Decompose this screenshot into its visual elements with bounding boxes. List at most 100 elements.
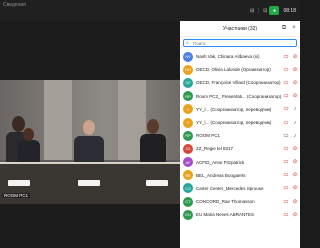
participant-row[interactable]: EU EU Maria Neves ABRANTES ▭ ⊘ [183, 208, 298, 221]
avatar: RP [183, 91, 193, 102]
participant-name: Carter Center_Mercedes Sprouse [196, 185, 264, 191]
participants-search[interactable]: ⌕ [183, 39, 297, 47]
participant-row[interactable]: RP ROOM PC1 ▭ ♪ [183, 129, 298, 142]
mic-muted-icon[interactable]: ⊘ [292, 93, 298, 99]
avatar: ZZ [183, 143, 193, 154]
mic-muted-icon[interactable]: ⊘ [292, 54, 298, 60]
nameplate [8, 180, 30, 186]
participant-name: Nash Vak, Chinara Aitbaeva (si) [196, 54, 260, 60]
participant-name: EU Maria Neves ABRANTES [196, 212, 255, 218]
avatar: BE [183, 170, 193, 181]
video-off-icon[interactable]: ▭ [283, 172, 289, 178]
avatar: OO [183, 64, 193, 75]
participant-name: BEL_Andreas Boogaerts [196, 172, 246, 178]
video-off-icon[interactable]: ▭ [283, 67, 289, 73]
video-off-icon[interactable]: ▭ [283, 185, 289, 191]
meeting-info-label[interactable]: Сведения [3, 2, 26, 8]
participant-row[interactable]: CT CONCORD_Rae Thomasson ▭ ⊘ [183, 195, 298, 208]
video-off-icon[interactable]: ▭ [283, 146, 289, 152]
participant-row[interactable]: OO OECD, Olivia Lalonde (Организатор) ▭ ⊘ [183, 63, 298, 76]
video-off-icon[interactable]: ▭ [283, 54, 289, 60]
participant-row[interactable]: BE BEL_Andreas Boogaerts ▭ ⊘ [183, 169, 298, 182]
participant-controls: ▭ ♪ [283, 106, 298, 112]
video-room-label: ROOM PC1 [2, 193, 31, 198]
person-head [12, 116, 25, 132]
avatar: EU [183, 209, 193, 220]
mic-muted-icon[interactable]: ⊘ [292, 199, 298, 205]
mic-icon[interactable]: ♪ [292, 106, 298, 112]
participant-controls: ▭ ⊘ [283, 54, 298, 60]
participant-controls: ▭ ⊘ [283, 146, 298, 152]
participant-row[interactable]: Y YY_l... (Соорганизатор, переводчик) ▭ ♪ [183, 116, 298, 129]
participant-controls: ▭ ⊘ [283, 199, 298, 205]
mic-muted-icon[interactable]: ⊘ [292, 67, 298, 73]
video-off-icon[interactable]: ▭ [283, 80, 289, 86]
video-off-icon[interactable]: ▭ [283, 159, 289, 165]
mic-icon[interactable]: ♪ [292, 133, 298, 139]
mic-icon[interactable]: ♪ [292, 120, 298, 126]
search-input[interactable] [193, 40, 283, 46]
participant-name: Room PC2_ Presentati... (Соорганизатор) [196, 93, 281, 99]
recording-badge: ● [269, 6, 280, 15]
meeting-timer: 08:18 [283, 7, 296, 14]
meeting-window: Сведения ⊟ ⋮ ⊡ ● 08:18 ROOM PC1 Участник… [0, 0, 300, 248]
mic-muted-icon[interactable]: ⊘ [292, 172, 298, 178]
mic-muted-icon[interactable]: ⊘ [292, 146, 298, 152]
participants-panel: Участники (32) ⧉ × ⌕ NVNash Vak, Chinara… [180, 21, 300, 248]
participant-name: OECD, Françoise Villard (Соорганизатор) [196, 80, 281, 86]
video-off-icon[interactable]: ▭ [283, 120, 289, 126]
participant-name: ZZ_Regie tel 8317 [196, 146, 234, 152]
mic-muted-icon[interactable]: ⊘ [292, 159, 298, 165]
participant-row[interactable]: ZZ ZZ_Regie tel 8317 ▭ ⊘ [183, 142, 298, 155]
participant-controls: ▭ ♪ [283, 120, 298, 126]
mic-muted-icon[interactable]: ⊘ [292, 212, 298, 218]
mic-muted-icon[interactable]: ⊘ [292, 80, 298, 86]
participant-row[interactable]: NV Nash Vak, Chinara Aitbaeva (si) ▭ ⊘ [183, 50, 298, 63]
top-controls: ⊟ ⋮ ⊡ ● 08:18 [250, 6, 298, 15]
participants-header: Участники (32) ⧉ × [180, 21, 300, 37]
video-off-icon[interactable]: ▭ [283, 212, 289, 218]
participant-name: CONCORD_Rae Thomasson [196, 199, 255, 205]
close-icon[interactable]: × [291, 25, 297, 31]
view-icon[interactable]: ⊡ [263, 8, 267, 14]
video-on-icon[interactable]: ▭ [283, 133, 289, 139]
participant-row[interactable]: CS Carter Center_Mercedes Sprouse ▭ ⊘ [183, 182, 298, 195]
participant-row[interactable]: AF ACFID_Anne Fitzpatrick ▭ ⊘ [183, 156, 298, 169]
mic-muted-icon[interactable]: ⊘ [292, 185, 298, 191]
avatar: AF [183, 157, 193, 168]
search-icon: ⌕ [186, 39, 189, 46]
participants-list: NV Nash Vak, Chinara Aitbaeva (si) ▭ ⊘ OO OEC… [180, 49, 300, 221]
participants-title: Участники (32) [222, 25, 258, 32]
participant-row[interactable]: OF OECD, Françoise Villard (Соорганизатор… [183, 76, 298, 89]
avatar: RP [183, 130, 193, 141]
avatar: Y [183, 117, 193, 128]
participant-controls: ▭ ⊘ [283, 80, 298, 86]
video-off-icon[interactable]: ▭ [283, 106, 289, 112]
participant-row[interactable]: Y YY_l... (Соорганизатор, переводчик) ▭ ♪ [183, 103, 298, 116]
participant-controls: ▭ ⊘ [283, 67, 298, 73]
participant-row[interactable]: RP Room PC2_ Presentati... (Соорганизатор… [183, 90, 298, 103]
participant-name: YY_l... (Соорганизатор, переводчик) [196, 106, 272, 112]
video-stage: ROOM PC1 [0, 21, 180, 248]
active-speaker-video[interactable]: ROOM PC1 [0, 80, 180, 204]
avatar: OF [183, 77, 193, 88]
popout-icon[interactable]: ⧉ [281, 25, 287, 31]
video-off-icon[interactable]: ▭ [283, 93, 289, 99]
top-bar: Сведения ⊟ ⋮ ⊡ ● 08:18 [0, 0, 300, 21]
nameplate [78, 180, 100, 186]
participant-controls: ▭ ♪ [283, 133, 298, 139]
participant-controls: ▭ ⊘ [283, 212, 298, 218]
nameplate [146, 180, 168, 186]
video-off-icon[interactable]: ▭ [283, 199, 289, 205]
person-head [23, 128, 34, 141]
participant-controls: ▭ ⊘ [283, 159, 298, 165]
more-icon[interactable]: ⋮ [256, 8, 261, 14]
participant-controls: ▭ ⊘ [283, 185, 298, 191]
avatar: CS [183, 183, 193, 194]
wall-panel [44, 80, 72, 160]
participant-controls: ▭ ⊘ [283, 172, 298, 178]
avatar: Y [183, 104, 193, 115]
participant-name: OECD, Olivia Lalonde (Организатор) [196, 67, 271, 73]
layout-icon[interactable]: ⊟ [250, 8, 254, 14]
avatar: CT [183, 196, 193, 207]
